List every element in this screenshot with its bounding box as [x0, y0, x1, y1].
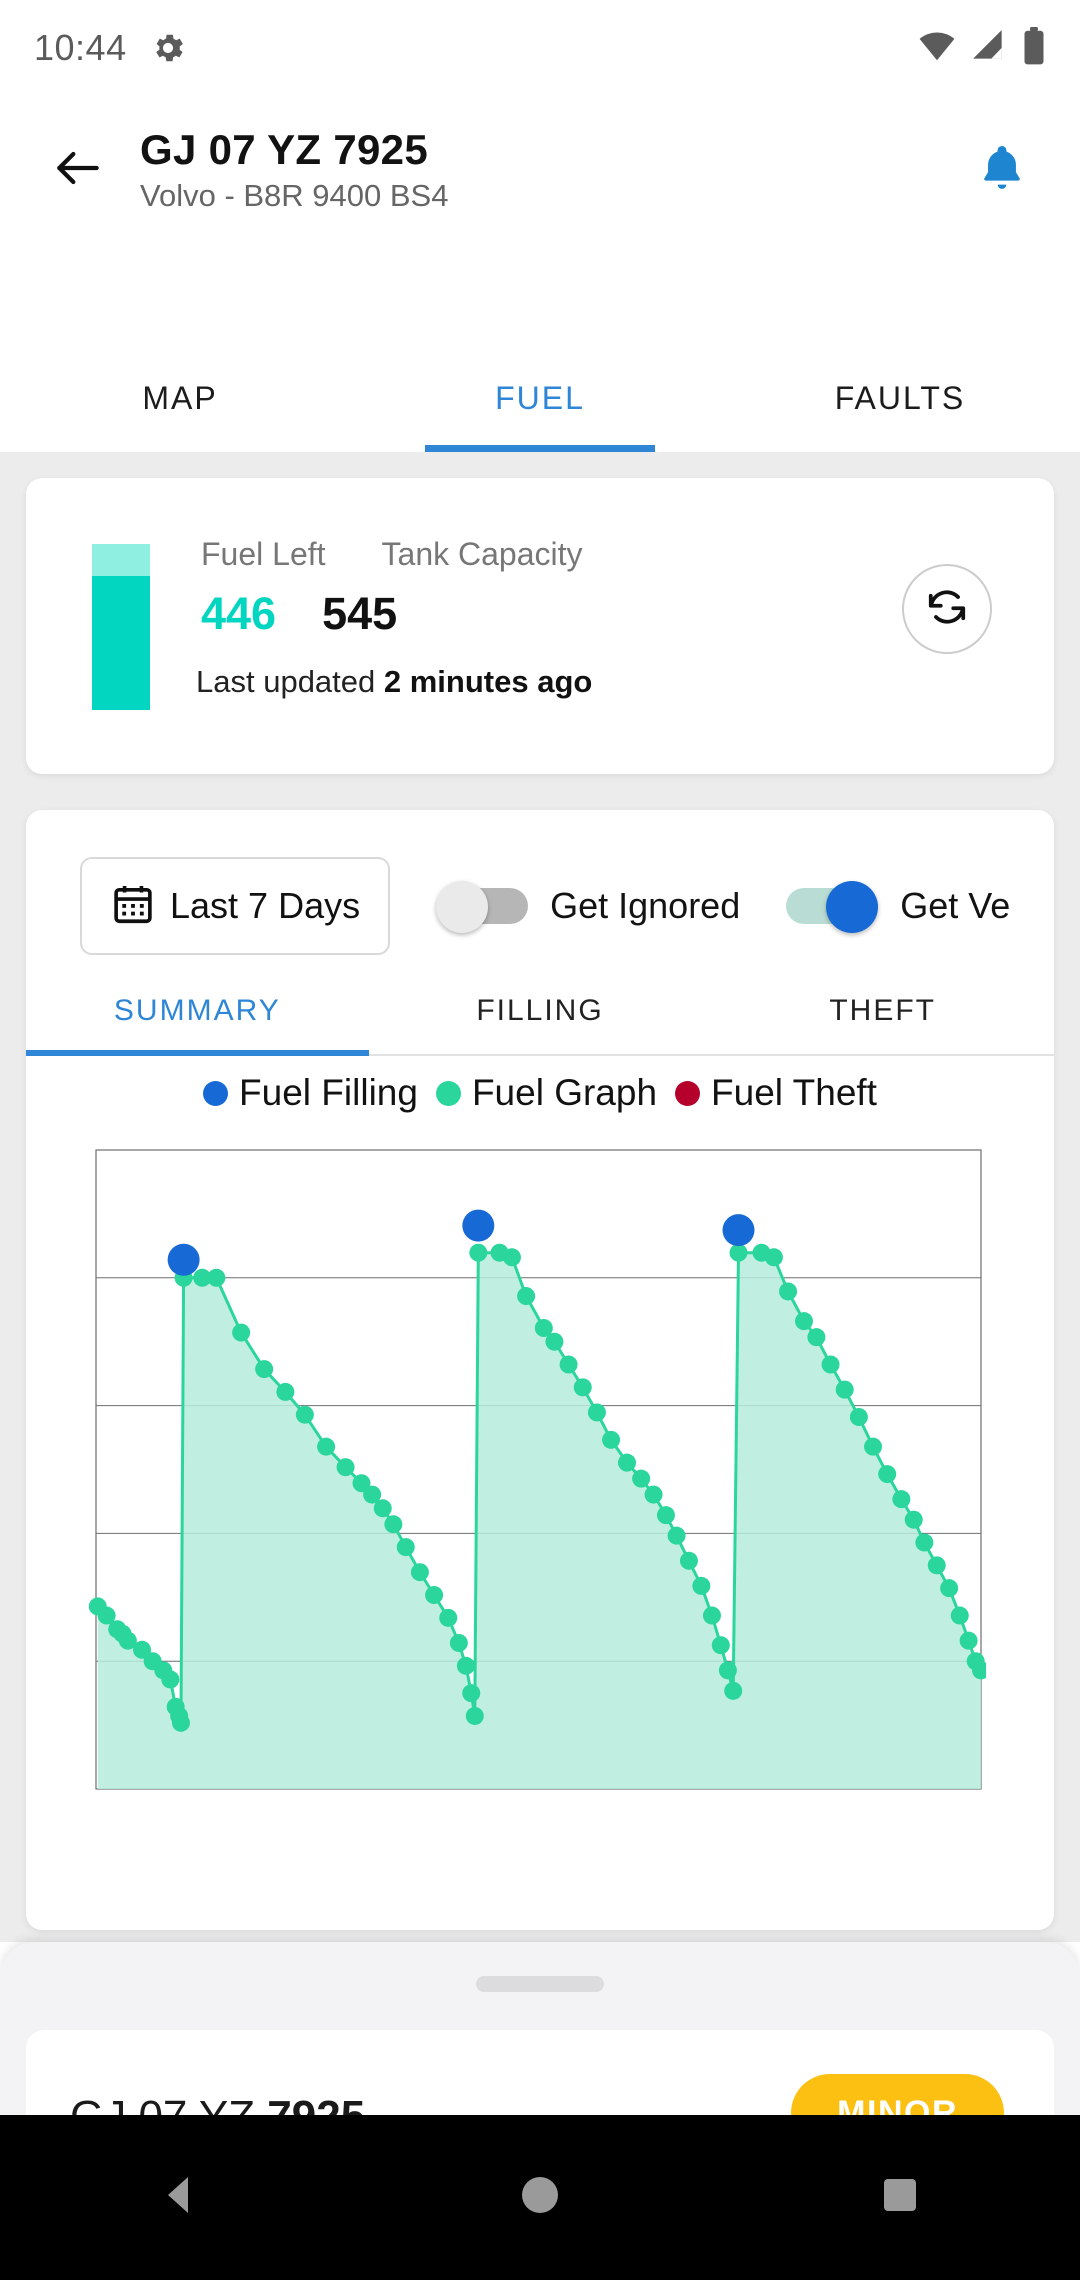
app-screen: 10:44 GJ 07 YZ 7925 Volvo - B8R 9400 BS4…: [0, 0, 1080, 2280]
page-title: GJ 07 YZ 7925: [140, 126, 428, 174]
legend-dot-fuel-graph: [435, 1080, 461, 1106]
status-bar: 10:44: [0, 0, 1080, 96]
calendar-icon: [110, 881, 156, 932]
battery-icon: [1022, 26, 1046, 70]
tab-fuel[interactable]: FUEL: [360, 344, 720, 452]
get-verified-label: Get Ve: [900, 885, 1011, 926]
subtab-theft[interactable]: THEFT: [711, 968, 1054, 1054]
legend-item-fuel-theft: Fuel Theft: [675, 1072, 877, 1114]
legend-dot-fuel-filling: [203, 1080, 229, 1106]
status-time: 10:44: [34, 27, 127, 68]
fuel-bar-filled-portion: [92, 576, 150, 710]
chart-legend: Fuel Filling Fuel Graph Fuel Theft: [26, 1072, 1054, 1114]
subtab-theft-label: THEFT: [829, 994, 936, 1027]
tab-faults[interactable]: FAULTS: [720, 344, 1080, 452]
date-range-label: Last 7 Days: [170, 885, 361, 926]
legend-dot-fuel-theft: [675, 1080, 701, 1106]
nav-recents-icon: [876, 2171, 924, 2224]
fuel-bar-empty-portion: [92, 544, 150, 576]
bell-icon: [975, 141, 1029, 200]
get-ignored-toggle[interactable]: [436, 881, 529, 933]
get-ignored-label: Get Ignored: [550, 885, 741, 926]
subtab-filling-label: FILLING: [476, 994, 604, 1027]
get-ignored-toggle-thumb: [436, 881, 489, 933]
fuel-metric-values: 446 545: [201, 588, 397, 640]
tank-capacity-value: 545: [322, 588, 398, 639]
fuel-chart-svg: [88, 1149, 986, 1790]
nav-home-button[interactable]: [480, 2138, 600, 2258]
tank-capacity-label: Tank Capacity: [381, 536, 583, 572]
legend-item-fuel-graph: Fuel Graph: [435, 1072, 658, 1114]
legend-item-fuel-filling: Fuel Filling: [203, 1072, 418, 1114]
tab-faults-label: FAULTS: [834, 379, 966, 416]
main-tab-bar: MAP FUEL FAULTS: [0, 344, 1080, 452]
notification-button[interactable]: [964, 132, 1040, 208]
system-navigation-bar: [0, 2115, 1080, 2280]
get-verified-toggle-thumb: [826, 881, 879, 933]
legend-label-fuel-graph: Fuel Graph: [471, 1072, 658, 1113]
fuel-left-value: 446: [201, 588, 277, 639]
cellular-signal-icon: [970, 27, 1008, 70]
app-bar-titles: GJ 07 YZ 7925 Volvo - B8R 9400 BS4: [140, 126, 448, 213]
chart-filter-row: Last 7 Days Get Ignored Get Ve: [26, 852, 1054, 960]
nav-home-icon: [516, 2171, 564, 2224]
tab-map[interactable]: MAP: [0, 344, 360, 452]
subtab-summary-label: SUMMARY: [113, 994, 281, 1027]
subtab-summary[interactable]: SUMMARY: [26, 968, 369, 1056]
refresh-icon: [922, 582, 972, 637]
legend-label-fuel-theft: Fuel Theft: [711, 1072, 877, 1113]
nav-back-button[interactable]: [120, 2138, 240, 2258]
nav-recents-button[interactable]: [840, 2138, 960, 2258]
gear-icon: [149, 29, 187, 67]
fuel-chart-card: Last 7 Days Get Ignored Get Ve SUMMARY F…: [26, 810, 1054, 1930]
get-verified-toggle[interactable]: [786, 881, 879, 933]
app-bar: GJ 07 YZ 7925 Volvo - B8R 9400 BS4: [0, 96, 1080, 244]
tab-map-label: MAP: [142, 379, 218, 416]
last-updated-text: Last updated 2 minutes ago: [196, 664, 592, 700]
vehicle-model-subtitle: Volvo - B8R 9400 BS4: [140, 178, 449, 214]
wifi-icon: [918, 27, 956, 70]
refresh-button[interactable]: [902, 564, 992, 654]
last-updated-value: 2 minutes ago: [383, 664, 593, 699]
fuel-left-label: Fuel Left: [201, 536, 326, 572]
get-ignored-toggle-group: Get Ignored: [436, 881, 741, 933]
fuel-chart-plot[interactable]: [66, 1142, 986, 1797]
back-button[interactable]: [40, 132, 116, 208]
get-verified-toggle-group: Get Ve: [786, 881, 1011, 933]
tab-fuel-label: FUEL: [495, 379, 585, 416]
fuel-metric-labels: Fuel Left Tank Capacity: [201, 536, 583, 573]
nav-back-icon: [156, 2171, 204, 2224]
fuel-summary-card: Fuel Left Tank Capacity 446 545 Last upd…: [26, 478, 1054, 774]
fuel-level-bar: [92, 544, 150, 710]
legend-label-fuel-filling: Fuel Filling: [239, 1072, 418, 1113]
last-updated-prefix: Last updated: [196, 664, 384, 699]
arrow-left-icon: [50, 140, 106, 201]
date-range-button[interactable]: Last 7 Days: [80, 857, 391, 955]
subtab-filling[interactable]: FILLING: [369, 968, 712, 1054]
chart-sub-tab-bar: SUMMARY FILLING THEFT: [26, 968, 1054, 1056]
status-icons: [918, 26, 1046, 70]
drag-handle[interactable]: [476, 1976, 604, 1992]
